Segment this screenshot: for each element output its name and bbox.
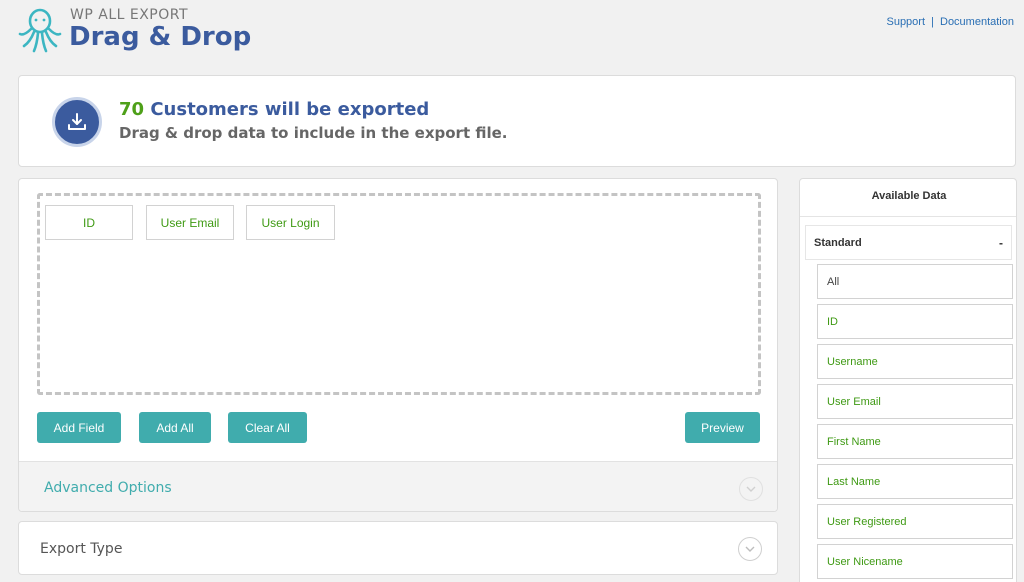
clear-all-button[interactable]: Clear All xyxy=(228,412,307,443)
chevron-down-icon[interactable] xyxy=(738,537,762,561)
octopus-logo-icon xyxy=(18,6,62,54)
divider xyxy=(800,216,1016,217)
export-count-headline: 70 Customers will be exported xyxy=(119,99,429,120)
export-type-label: Export Type xyxy=(40,541,123,557)
selected-field-id[interactable]: ID xyxy=(45,205,133,240)
available-field-id[interactable]: ID xyxy=(817,304,1013,339)
available-field-user-nicename[interactable]: User Nicename xyxy=(817,544,1013,579)
selected-field-user-login[interactable]: User Login xyxy=(246,205,335,240)
advanced-options-toggle[interactable]: Advanced Options xyxy=(19,461,777,511)
export-type-toggle[interactable]: Export Type xyxy=(18,521,778,575)
download-tray-icon xyxy=(52,97,102,147)
page-title: Drag & Drop xyxy=(69,22,252,52)
standard-section-label: Standard xyxy=(814,237,862,249)
available-field-all[interactable]: All xyxy=(817,264,1013,299)
link-separator: | xyxy=(931,16,934,28)
available-field-first-name[interactable]: First Name xyxy=(817,424,1013,459)
available-field-user-registered[interactable]: User Registered xyxy=(817,504,1013,539)
export-count-text: Customers will be exported xyxy=(150,99,430,120)
support-link[interactable]: Support xyxy=(886,16,925,28)
standard-section-toggle[interactable]: Standard - xyxy=(805,225,1012,260)
documentation-link[interactable]: Documentation xyxy=(940,16,1014,28)
available-data-panel: Available Data Standard - All ID Usernam… xyxy=(799,178,1017,582)
field-dropzone[interactable]: ID User Email User Login xyxy=(37,193,761,395)
chevron-down-icon[interactable] xyxy=(739,477,763,501)
collapse-toggle[interactable]: - xyxy=(999,236,1003,250)
advanced-options-label: Advanced Options xyxy=(44,480,172,496)
add-all-button[interactable]: Add All xyxy=(139,412,211,443)
available-field-username[interactable]: Username xyxy=(817,344,1013,379)
selected-field-user-email[interactable]: User Email xyxy=(146,205,234,240)
export-instructions: Drag & drop data to include in the expor… xyxy=(119,124,508,142)
preview-button[interactable]: Preview xyxy=(685,412,760,443)
export-summary-card: 70 Customers will be exported Drag & dro… xyxy=(18,75,1016,167)
brand-subtitle: WP ALL EXPORT xyxy=(70,7,189,23)
available-data-title: Available Data xyxy=(871,190,947,202)
top-links: Support | Documentation xyxy=(886,16,1014,28)
export-fields-panel: ID User Email User Login Add Field Add A… xyxy=(18,178,778,512)
export-count: 70 xyxy=(119,99,145,120)
available-field-user-email[interactable]: User Email xyxy=(817,384,1013,419)
available-field-last-name[interactable]: Last Name xyxy=(817,464,1013,499)
header: WP ALL EXPORT Drag & Drop Support | Docu… xyxy=(0,0,1024,66)
add-field-button[interactable]: Add Field xyxy=(37,412,121,443)
